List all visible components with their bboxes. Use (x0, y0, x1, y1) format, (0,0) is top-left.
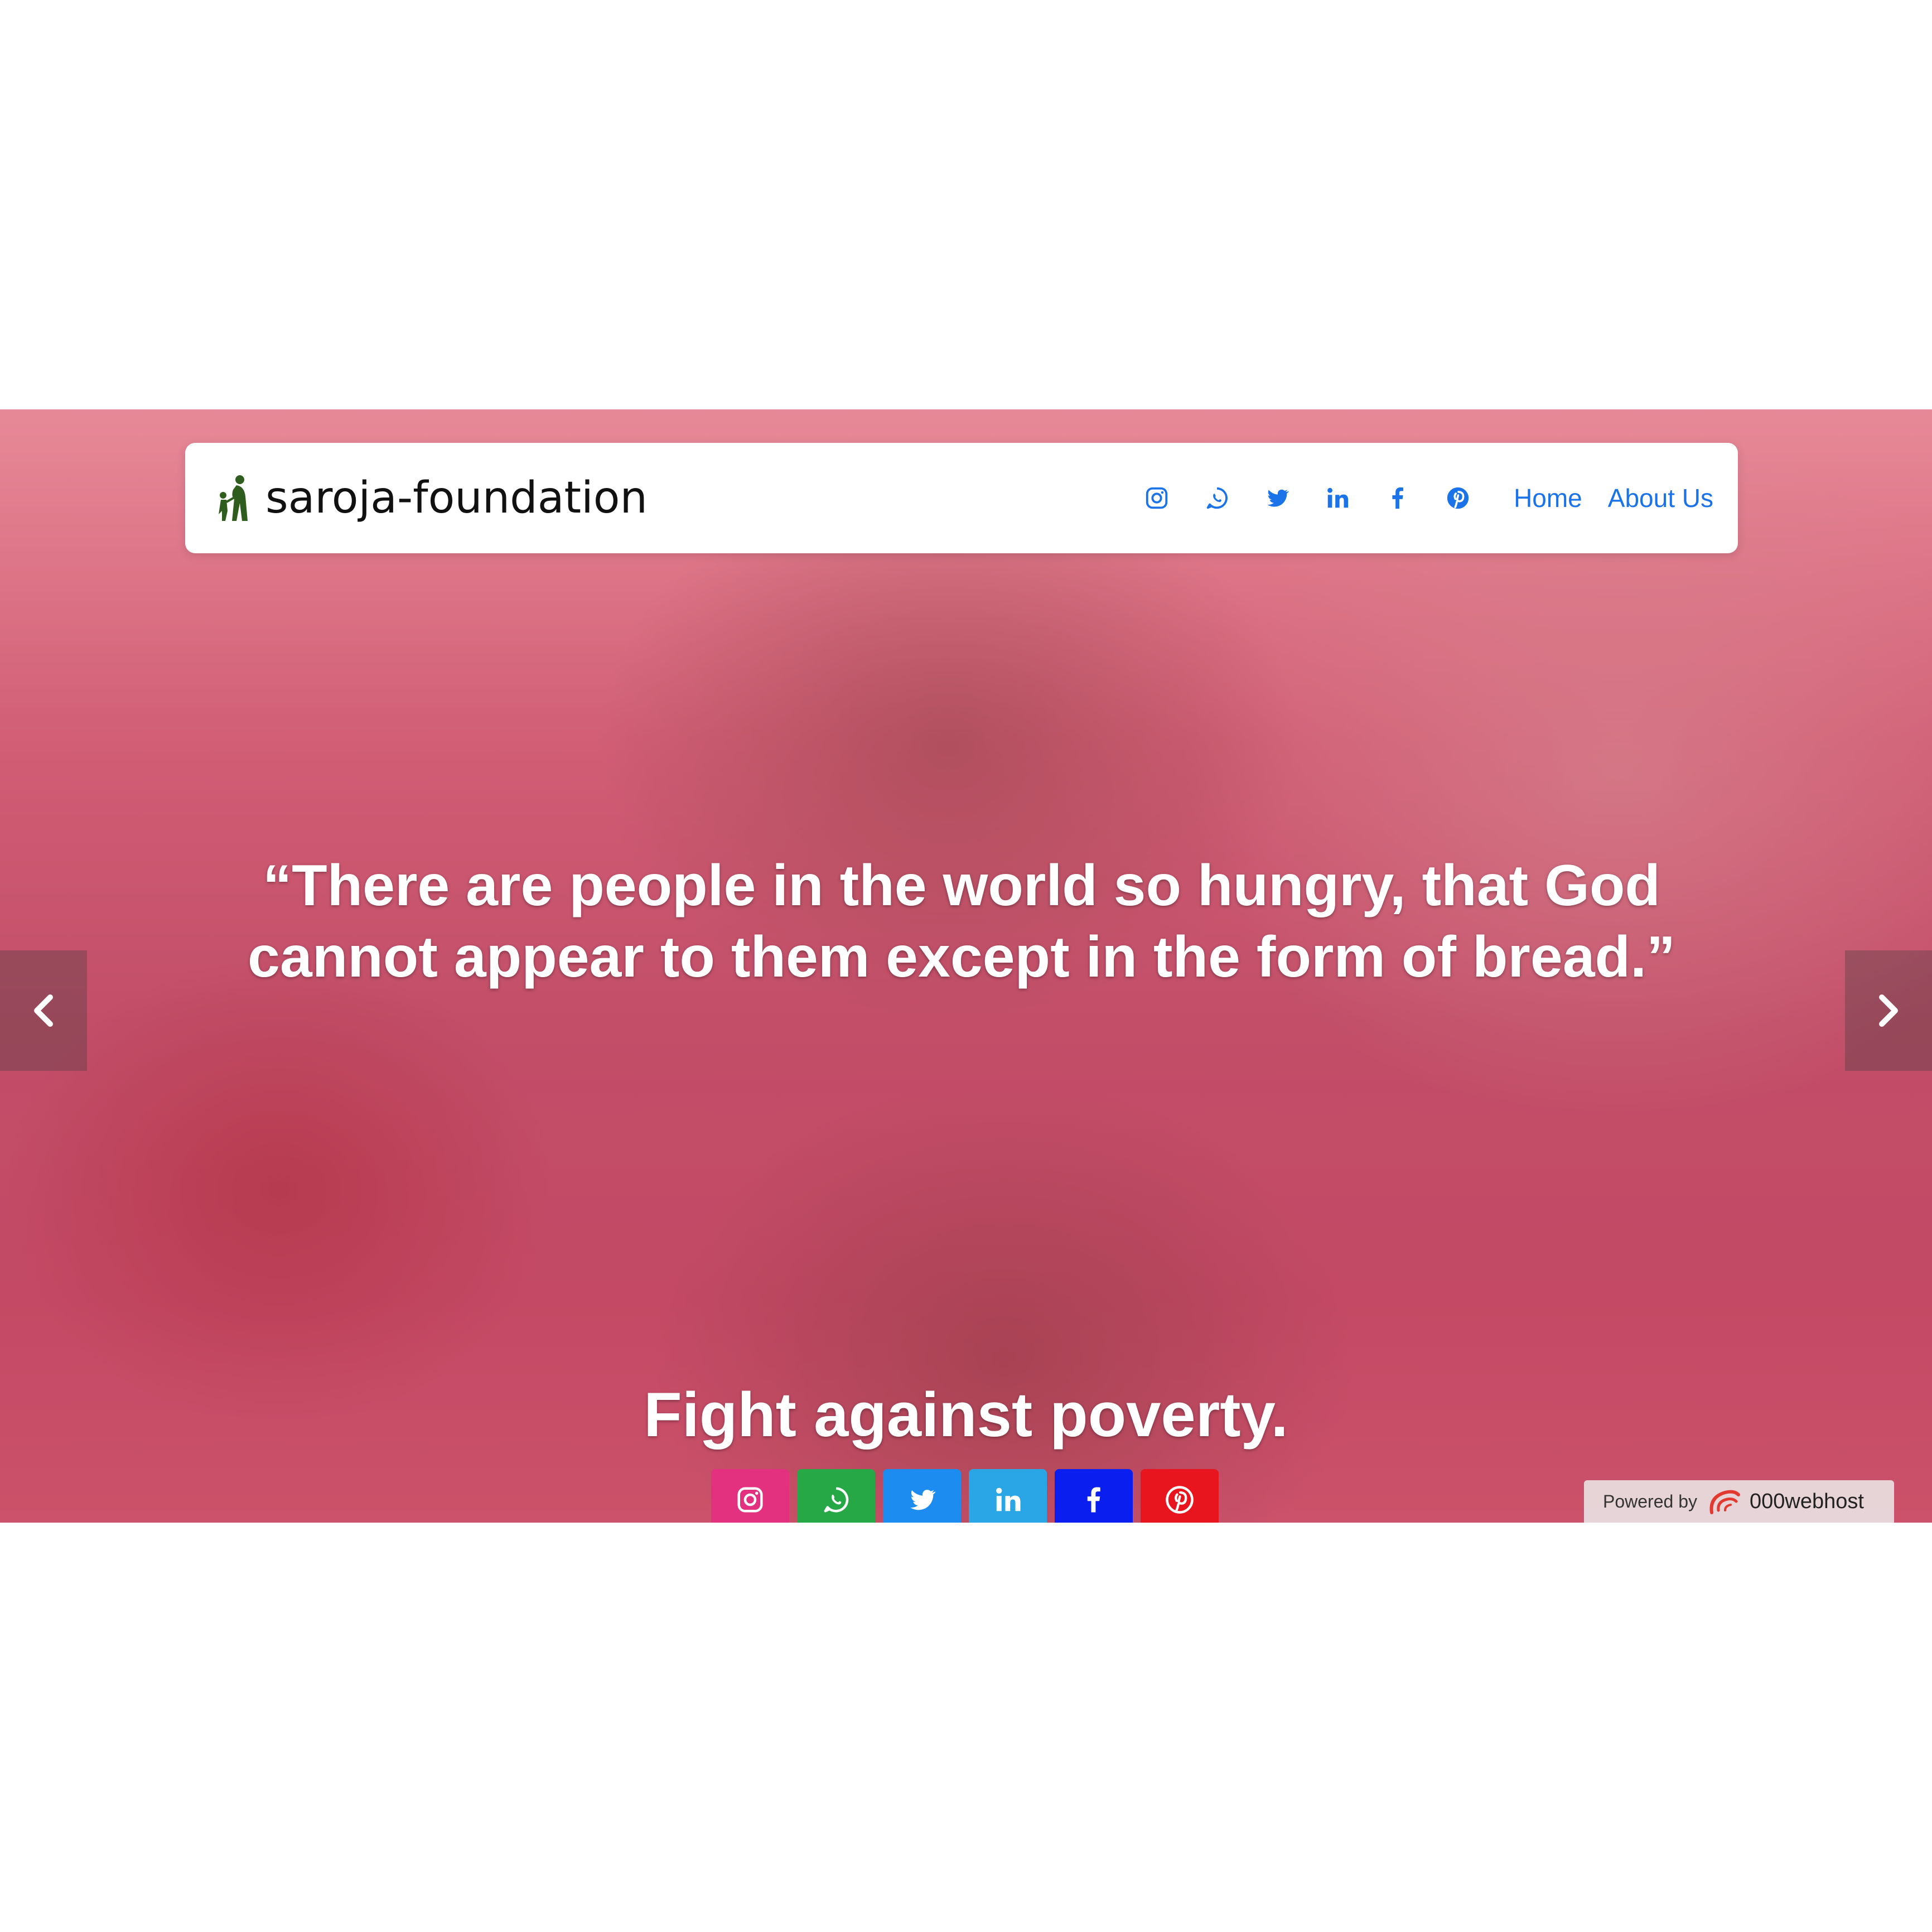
nav-link-about-us[interactable]: About Us (1608, 483, 1713, 513)
social-share-buttons (711, 1469, 1226, 1523)
foundation-logo-icon (219, 475, 248, 521)
chevron-right-icon (1879, 994, 1898, 1027)
share-whatsapp-button[interactable] (797, 1469, 875, 1523)
powered-by-host: 000webhost (1749, 1489, 1864, 1513)
twitter-icon (1267, 489, 1289, 507)
whatsapp-icon (824, 1487, 849, 1513)
brand-name: saroja-foundation (265, 473, 648, 523)
hero-tagline: Fight against poverty. (644, 1380, 1288, 1450)
facebook-icon (1087, 1487, 1100, 1513)
twitter-icon (910, 1490, 936, 1510)
carousel-prev-button[interactable] (0, 950, 87, 1071)
nav-linkedin-link[interactable] (1322, 482, 1353, 514)
hero-quote: “There are people in the world so hungry… (248, 853, 1675, 989)
linkedin-icon (996, 1487, 1021, 1511)
carousel-next-button[interactable] (1845, 950, 1932, 1071)
whatsapp-icon (1206, 487, 1228, 509)
pinterest-icon (1447, 487, 1469, 509)
nav-right: Home About Us (1127, 443, 1713, 553)
webhost-logo-icon (1709, 1490, 1740, 1514)
linkedin-icon (1327, 487, 1349, 508)
share-instagram-button[interactable] (711, 1469, 789, 1523)
powered-by-badge[interactable]: Powered by 000webhost (1584, 1480, 1894, 1523)
chevron-left-icon (34, 994, 53, 1027)
share-pinterest-button[interactable] (1141, 1469, 1219, 1523)
powered-by-label: Powered by (1603, 1491, 1697, 1511)
nav-pinterest-link[interactable] (1442, 482, 1474, 514)
instagram-icon (1146, 487, 1168, 509)
share-twitter-button[interactable] (883, 1469, 961, 1523)
facebook-icon (1392, 487, 1404, 509)
nav-whatsapp-link[interactable] (1201, 482, 1233, 514)
hero-carousel-slide: saroja-foundation Home About Us “There a… (0, 409, 1932, 1523)
pinterest-icon (1166, 1486, 1194, 1514)
navbar: saroja-foundation Home About Us (185, 443, 1738, 553)
nav-link-home[interactable]: Home (1514, 483, 1582, 513)
nav-facebook-link[interactable] (1382, 482, 1413, 514)
share-linkedin-button[interactable] (969, 1469, 1047, 1523)
page: saroja-foundation Home About Us “There a… (0, 0, 1932, 1932)
nav-twitter-link[interactable] (1262, 482, 1293, 514)
brand-link[interactable]: saroja-foundation (214, 443, 648, 553)
share-facebook-button[interactable] (1055, 1469, 1133, 1523)
instagram-icon (737, 1487, 763, 1513)
nav-instagram-link[interactable] (1141, 482, 1172, 514)
